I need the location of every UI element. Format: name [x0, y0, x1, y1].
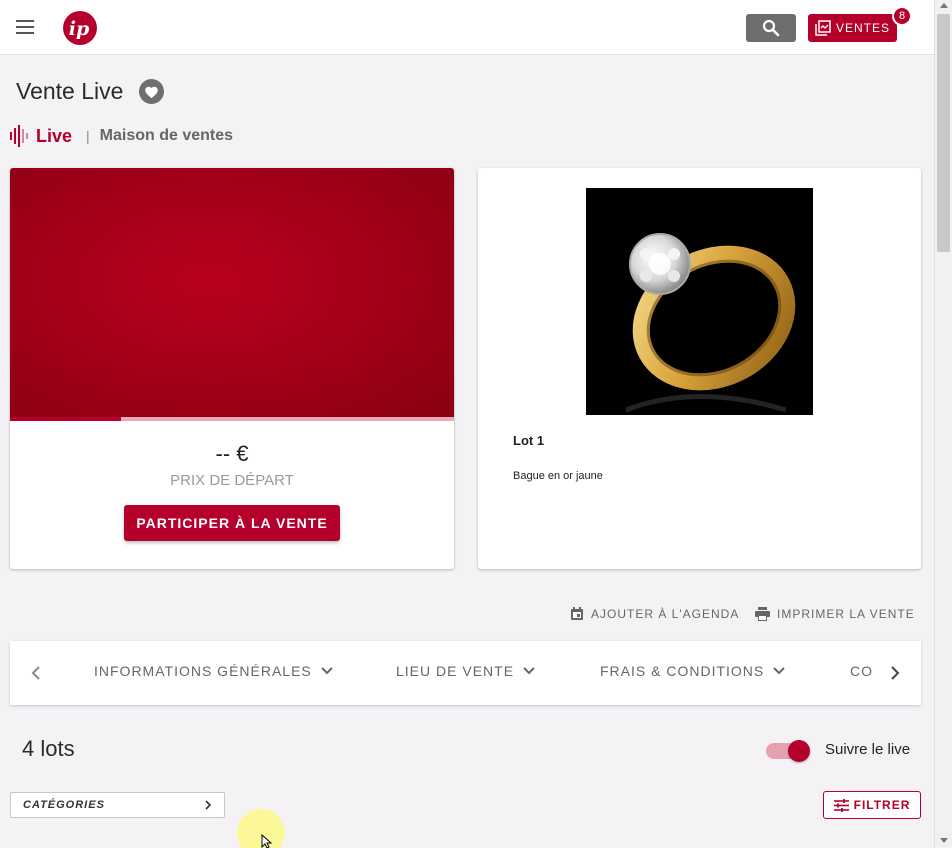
sales-library-icon: [815, 20, 831, 36]
progress-fill: [10, 417, 121, 421]
tab-sale-location[interactable]: LIEU DE VENTE: [396, 663, 536, 679]
chevron-down-icon: [773, 667, 785, 675]
chevron-left-icon: [31, 666, 40, 680]
lot-image[interactable]: [586, 188, 813, 415]
separator: |: [86, 128, 90, 144]
auction-house-link[interactable]: Maison de ventes: [100, 127, 233, 145]
tab-label: INFORMATIONS GÉNÉRALES: [94, 663, 312, 679]
add-to-calendar-button[interactable]: AJOUTER À L'AGENDA: [570, 607, 739, 621]
tab-label: LIEU DE VENTE: [396, 663, 515, 679]
ventes-label: VENTES: [835, 21, 890, 35]
ventes-button[interactable]: VENTES: [808, 14, 897, 42]
menu-icon[interactable]: [14, 17, 38, 37]
print-sale-button[interactable]: IMPRIMER LA VENTE: [755, 607, 915, 621]
chevron-down-icon: [321, 667, 333, 675]
live-status-row: Live | Maison de ventes: [10, 124, 233, 148]
chevron-right-icon: [205, 800, 212, 810]
filter-sliders-icon: [833, 798, 849, 812]
top-bar: ip VENTES 8: [0, 0, 934, 55]
logo[interactable]: ip: [60, 9, 100, 47]
mouse-cursor-icon: [261, 834, 273, 848]
live-stream-card: -- € PRIX DE DÉPART PARTICIPER À LA VENT…: [10, 168, 454, 569]
tabs-scroll-left[interactable]: [26, 663, 46, 683]
starting-price-label: PRIX DE DÉPART: [170, 472, 294, 489]
lots-count: 4 lots: [22, 736, 75, 761]
filter-label: FILTRER: [853, 798, 911, 812]
search-button[interactable]: [746, 14, 796, 42]
tab-fees-conditions[interactable]: FRAIS & CONDITIONS: [600, 663, 786, 679]
printer-icon: [755, 607, 770, 621]
info-tabs: INFORMATIONS GÉNÉRALES LIEU DE VENTE FRA…: [10, 641, 921, 705]
current-price: -- €: [215, 441, 249, 466]
tab-contact[interactable]: CO: [850, 663, 878, 679]
ventes-count-badge: 8: [892, 6, 912, 26]
favorite-heart-icon[interactable]: [139, 79, 164, 104]
search-icon: [762, 19, 780, 37]
filter-button[interactable]: FILTRER: [823, 791, 921, 819]
categories-label: CATÉGORIES: [23, 799, 105, 811]
current-lot-card: Lot 1 Bague en or jaune: [478, 168, 921, 569]
gold-ring-image: [586, 188, 813, 415]
add-to-calendar-label: AJOUTER À L'AGENDA: [591, 607, 740, 621]
toggle-knob: [788, 740, 810, 762]
follow-live-label: Suivre le live: [825, 741, 911, 758]
scroll-up-arrow-icon[interactable]: [940, 3, 948, 8]
app-window: ip VENTES 8 Vente Live Live | Maison de …: [0, 0, 934, 848]
tabs-scroll-right[interactable]: [885, 663, 905, 683]
categories-dropdown[interactable]: CATÉGORIES: [10, 792, 225, 818]
scrollbar-thumb[interactable]: [937, 14, 950, 252]
tab-label: FRAIS & CONDITIONS: [600, 663, 765, 679]
chevron-right-icon: [891, 666, 900, 680]
calendar-icon: [571, 607, 583, 620]
chevron-down-icon: [523, 667, 535, 675]
svg-text:ip: ip: [69, 18, 90, 40]
live-video-player[interactable]: [10, 168, 454, 417]
follow-live-toggle[interactable]: [766, 740, 810, 762]
live-label: Live: [36, 125, 73, 146]
print-sale-label: IMPRIMER LA VENTE: [777, 607, 915, 621]
participate-button[interactable]: PARTICIPER À LA VENTE: [124, 505, 340, 541]
page-scrollbar[interactable]: [934, 0, 952, 848]
live-audio-icon: [10, 125, 28, 147]
page-title: Vente Live: [16, 78, 124, 104]
scroll-down-arrow-icon[interactable]: [940, 838, 948, 843]
tab-label: CO: [850, 663, 873, 679]
lot-title: Lot 1: [513, 433, 545, 448]
lot-description: Bague en or jaune: [513, 470, 603, 482]
auction-progress-bar: [10, 417, 454, 421]
tab-general-info[interactable]: INFORMATIONS GÉNÉRALES: [94, 663, 334, 679]
